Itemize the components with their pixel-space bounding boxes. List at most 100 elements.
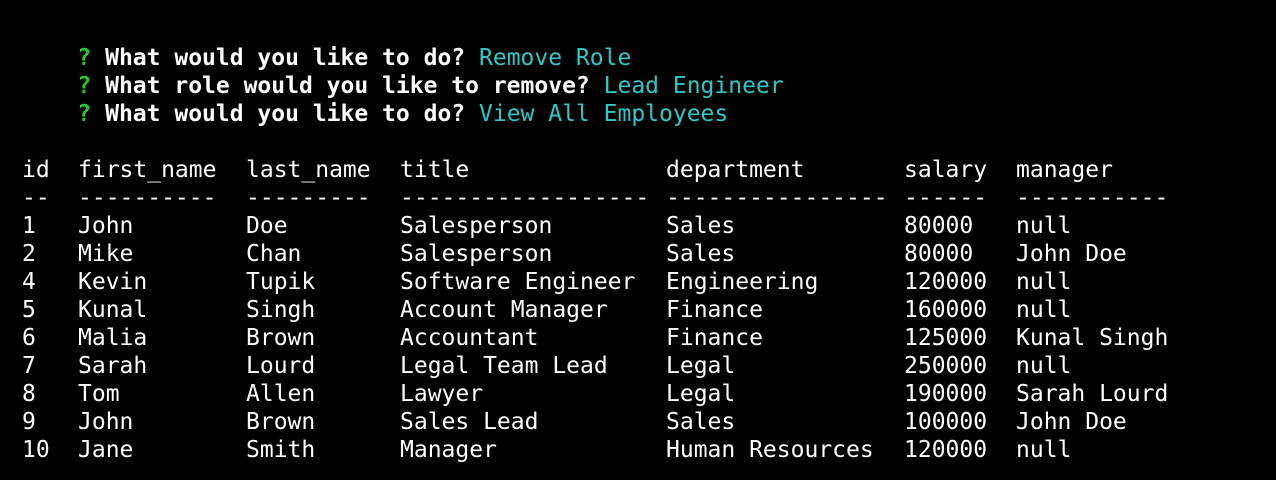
- cell-first-name: John: [78, 213, 134, 239]
- separator: ------: [904, 185, 988, 211]
- cell-salary: 190000: [904, 381, 988, 407]
- cell-first-name: Sarah: [78, 353, 148, 379]
- cell-department: Human Resources: [666, 437, 874, 463]
- cell-department: Sales: [666, 241, 736, 267]
- cell-department: Finance: [666, 297, 763, 323]
- cell-manager: null: [1016, 353, 1072, 379]
- separator: -----------: [1016, 185, 1169, 211]
- cell-first-name: Kunal: [78, 297, 148, 323]
- cell-title: Manager: [400, 437, 497, 463]
- table-row: 9 John Brown Sales Lead Sales 100000 John Doe: [22, 408, 1198, 436]
- separator: ---------: [246, 185, 371, 211]
- cell-manager: John Doe: [1016, 241, 1127, 267]
- cell-manager: Sarah Lourd: [1016, 381, 1169, 407]
- prompt-question: What role would you like to remove?: [105, 73, 590, 99]
- table-row: 10 Jane Smith Manager Human Resources 120000 n…: [22, 436, 1198, 464]
- cell-salary: 120000: [904, 437, 988, 463]
- cell-last-name: Lourd: [246, 353, 316, 379]
- cell-department: Finance: [666, 325, 763, 351]
- cell-id: 5: [22, 297, 36, 323]
- prompt-line: ? What would you like to do? Remove Role: [22, 16, 1262, 71]
- cell-title: Sales Lead: [400, 409, 539, 435]
- cell-first-name: Tom: [78, 381, 120, 407]
- separator: ----------------: [666, 185, 888, 211]
- column-header-first-name: first_name: [78, 157, 217, 183]
- cell-first-name: Mike: [78, 241, 134, 267]
- cell-salary: 80000: [904, 213, 974, 239]
- cell-id: 10: [22, 437, 50, 463]
- table-row: 8 Tom Allen Lawyer Legal 190000 Sarah Lourd: [22, 380, 1198, 408]
- column-header-id: id: [22, 157, 50, 183]
- cell-id: 2: [22, 241, 36, 267]
- table-row: 4 Kevin Tupik Software Engineer Engineering 1…: [22, 268, 1198, 296]
- column-header-department: department: [666, 157, 805, 183]
- cell-title: Salesperson: [400, 213, 553, 239]
- table-row: 6 Malia Brown Accountant Finance 125000 Kunal …: [22, 324, 1198, 352]
- cell-last-name: Singh: [246, 297, 316, 323]
- cell-id: 1: [22, 213, 36, 239]
- column-header-manager: manager: [1016, 157, 1113, 183]
- cell-id: 6: [22, 325, 36, 351]
- cell-department: Legal: [666, 353, 736, 379]
- cell-title: Salesperson: [400, 241, 553, 267]
- cell-last-name: Chan: [246, 241, 302, 267]
- column-header-title: title: [400, 157, 470, 183]
- cell-id: 4: [22, 269, 36, 295]
- cell-salary: 160000: [904, 297, 988, 323]
- cell-salary: 250000: [904, 353, 988, 379]
- table-separator-row: -- ---------- --------- ----------------…: [22, 184, 1198, 212]
- cell-first-name: Jane: [78, 437, 134, 463]
- table-header-row: id first_name last_name title department…: [22, 156, 1198, 184]
- cell-title: Account Manager: [400, 297, 608, 323]
- column-header-salary: salary: [904, 157, 988, 183]
- prompt-question-mark: ?: [77, 45, 92, 71]
- table-row: 1 John Doe Salesperson Sales 80000 null: [22, 212, 1198, 240]
- prompt-answer: Lead Engineer: [603, 73, 784, 99]
- employees-table: id first_name last_name title department…: [22, 156, 1198, 464]
- cell-manager: Kunal Singh: [1016, 325, 1169, 351]
- table-row: 7 Sarah Lourd Legal Team Lead Legal 250000 nul…: [22, 352, 1198, 380]
- cell-department: Sales: [666, 213, 736, 239]
- cell-last-name: Brown: [246, 325, 316, 351]
- cell-title: Legal Team Lead: [400, 353, 608, 379]
- prompt-question: What would you like to do?: [105, 45, 466, 71]
- table-row: 5 Kunal Singh Account Manager Finance 160000 n…: [22, 296, 1198, 324]
- cell-salary: 100000: [904, 409, 988, 435]
- cell-salary: 125000: [904, 325, 988, 351]
- cell-title: Software Engineer: [400, 269, 636, 295]
- cell-manager: null: [1016, 437, 1072, 463]
- cell-salary: 80000: [904, 241, 974, 267]
- separator: ------------------: [400, 185, 650, 211]
- cell-department: Sales: [666, 409, 736, 435]
- cell-id: 9: [22, 409, 36, 435]
- cell-title: Accountant: [400, 325, 539, 351]
- prompt-question: What would you like to do?: [105, 101, 466, 127]
- prompt-question-mark: ?: [77, 73, 92, 99]
- cell-last-name: Brown: [246, 409, 316, 435]
- cell-first-name: John: [78, 409, 134, 435]
- cell-last-name: Smith: [246, 437, 316, 463]
- cell-manager: John Doe: [1016, 409, 1127, 435]
- cell-last-name: Doe: [246, 213, 288, 239]
- cell-salary: 120000: [904, 269, 988, 295]
- separator: ----------: [78, 185, 217, 211]
- cell-department: Legal: [666, 381, 736, 407]
- column-header-last-name: last_name: [246, 157, 371, 183]
- cell-last-name: Allen: [246, 381, 316, 407]
- separator: --: [22, 185, 50, 211]
- table-body: 1 John Doe Salesperson Sales 80000 null 2 Mike Ch…: [22, 212, 1198, 464]
- prompt-question-mark: ?: [77, 101, 92, 127]
- cell-manager: null: [1016, 297, 1072, 323]
- cell-first-name: Kevin: [78, 269, 148, 295]
- prompt-answer: Remove Role: [479, 45, 632, 71]
- cell-department: Engineering: [666, 269, 819, 295]
- terminal-output: ? What would you like to do? Remove Role…: [22, 16, 1262, 464]
- cell-manager: null: [1016, 213, 1072, 239]
- table-row: 2 Mike Chan Salesperson Sales 80000 John Doe: [22, 240, 1198, 268]
- cell-id: 7: [22, 353, 36, 379]
- cell-title: Lawyer: [400, 381, 484, 407]
- cell-id: 8: [22, 381, 36, 407]
- prompt-answer: View All Employees: [479, 101, 729, 127]
- cell-manager: null: [1016, 269, 1072, 295]
- cell-last-name: Tupik: [246, 269, 316, 295]
